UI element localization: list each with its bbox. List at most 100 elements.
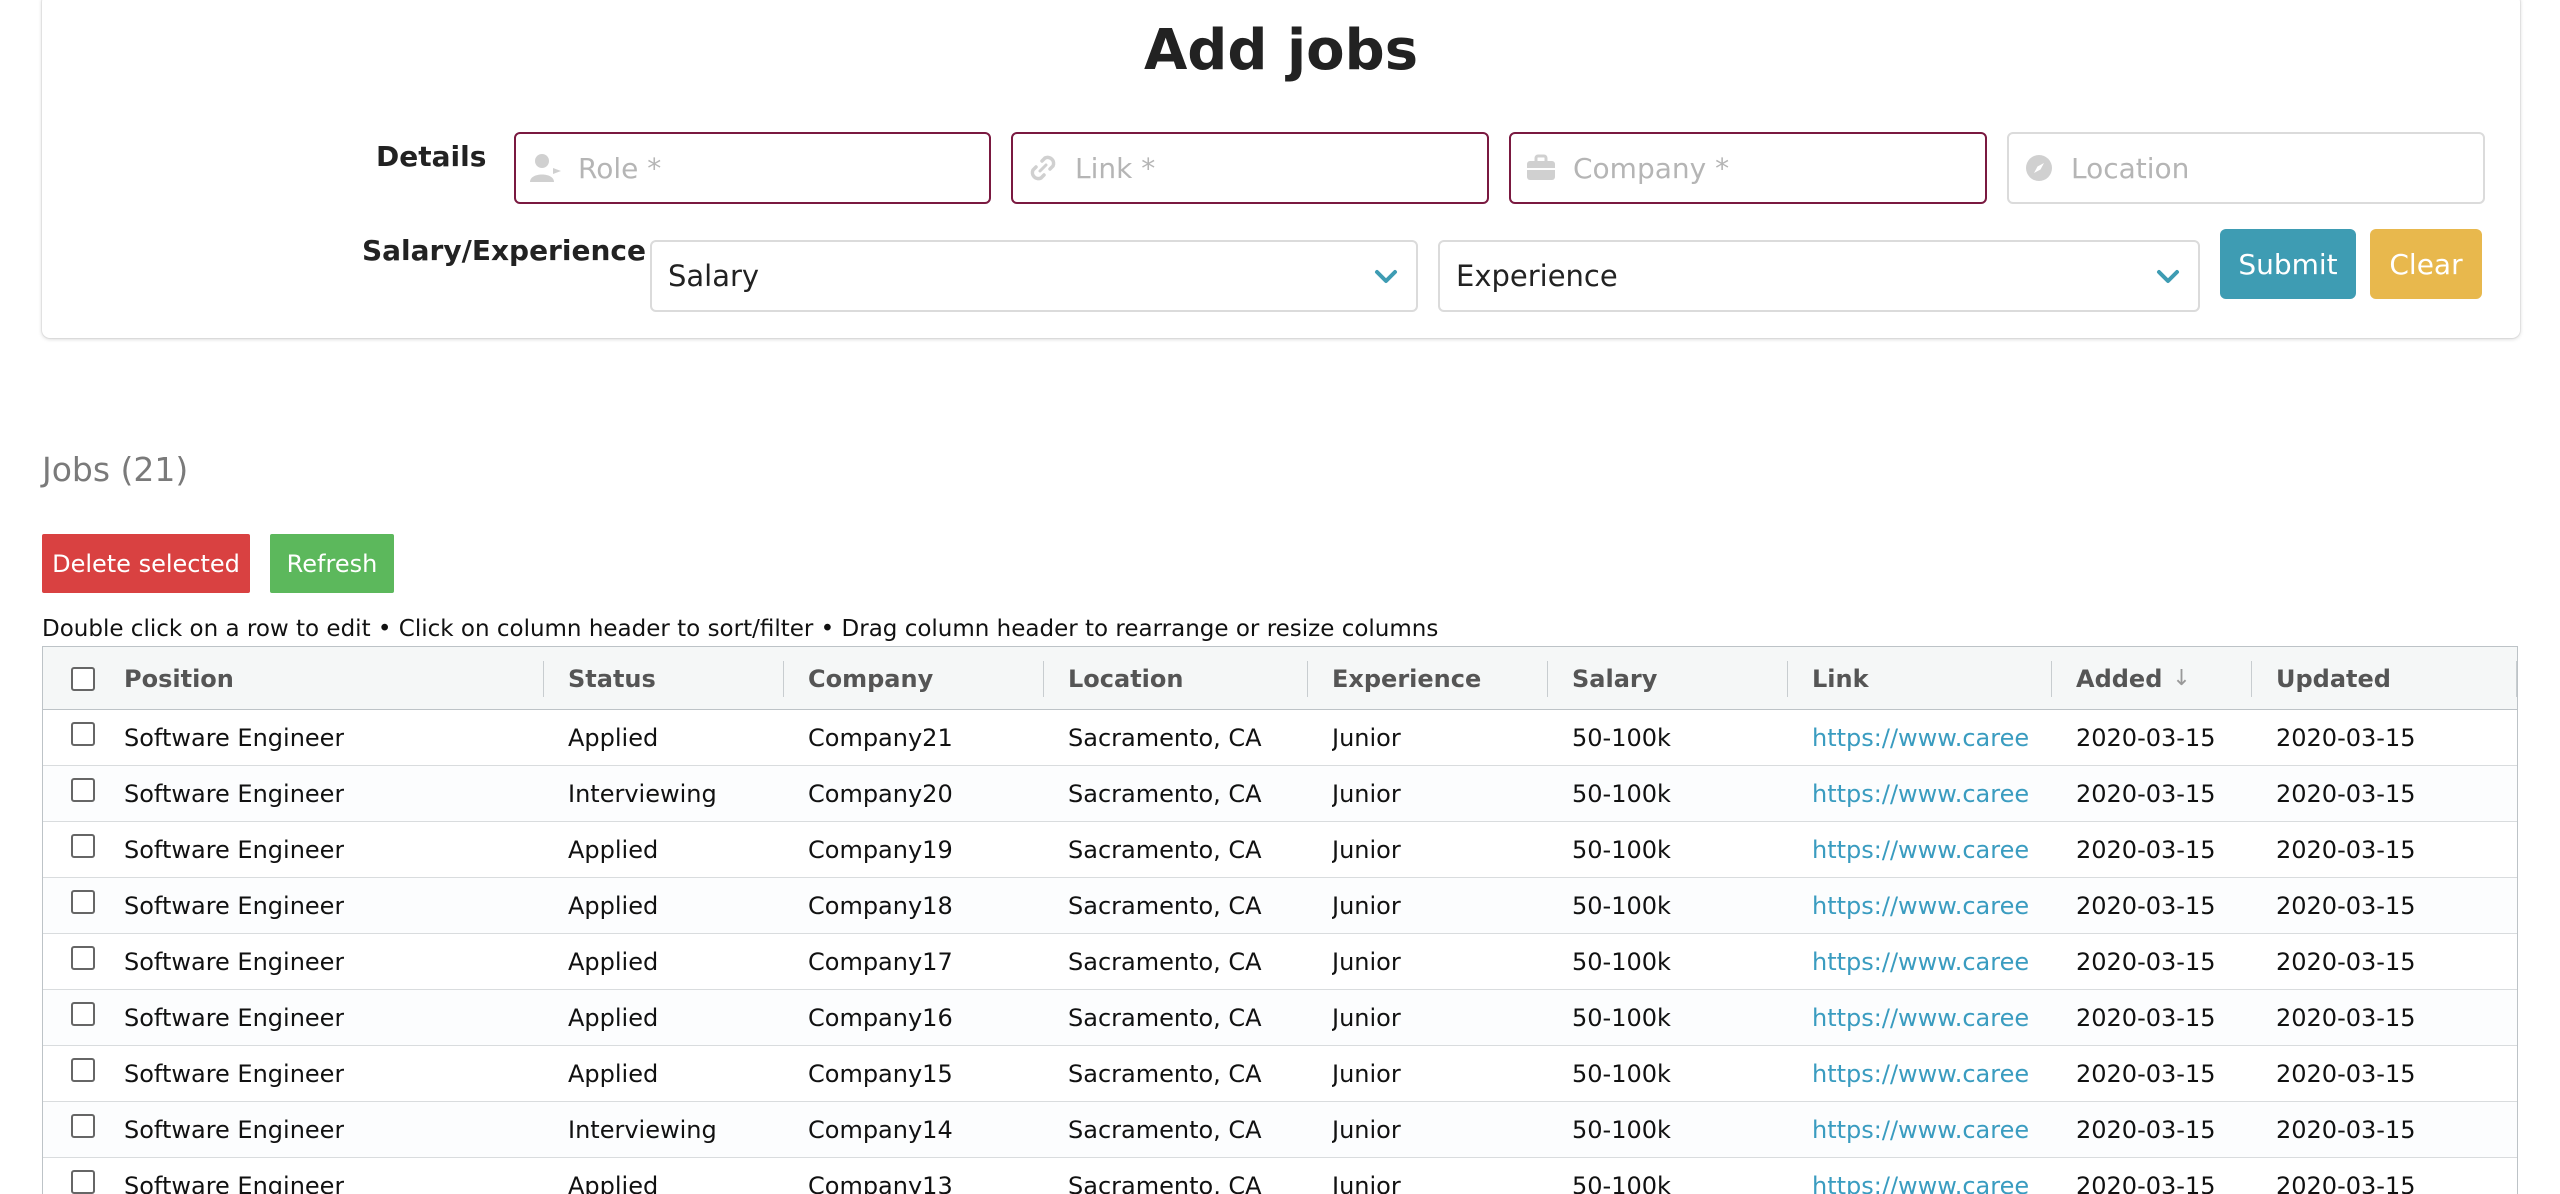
link-input[interactable]: [1075, 151, 1455, 185]
table-row[interactable]: Software Engineer Applied Company15 Sacrame…: [43, 1046, 2517, 1102]
cell-position: Software Engineer: [124, 948, 345, 976]
experience-select-value: Experience: [1456, 259, 1618, 293]
column-header-company[interactable]: Company: [808, 647, 933, 710]
column-resize-handle[interactable]: [1547, 661, 1548, 697]
cell-experience: Junior: [1332, 724, 1401, 752]
add-jobs-card: Add jobs Details Salary/Ex: [42, 0, 2520, 338]
location-input[interactable]: [2071, 151, 2451, 185]
cell-status: Applied: [568, 1004, 659, 1032]
delete-selected-button[interactable]: Delete selected: [42, 534, 250, 593]
cell-updated: 2020-03-15: [2276, 1060, 2416, 1088]
row-checkbox[interactable]: [71, 946, 95, 970]
cell-link[interactable]: https://www.caree...: [1812, 710, 2028, 766]
cell-salary: 50-100k: [1572, 1172, 1671, 1194]
cell-link[interactable]: https://www.caree...: [1812, 1158, 2028, 1194]
cell-company: Company18: [808, 892, 953, 920]
location-field[interactable]: [2007, 132, 2485, 204]
cell-link[interactable]: https://www.caree...: [1812, 1102, 2028, 1158]
column-resize-handle[interactable]: [1787, 661, 1788, 697]
column-header-location[interactable]: Location: [1068, 647, 1183, 710]
cell-updated: 2020-03-15: [2276, 1004, 2416, 1032]
row-checkbox[interactable]: [71, 1114, 95, 1138]
app-frame: Add jobs Details Salary/Ex: [0, 0, 2560, 1194]
link-field[interactable]: [1011, 132, 1489, 204]
cell-link[interactable]: https://www.caree...: [1812, 1046, 2028, 1102]
column-resize-handle[interactable]: [2251, 661, 2252, 697]
column-resize-handle[interactable]: [2051, 661, 2052, 697]
user-icon: [528, 150, 564, 186]
cell-link[interactable]: https://www.caree...: [1812, 822, 2028, 878]
refresh-button[interactable]: Refresh: [270, 534, 394, 593]
cell-updated: 2020-03-15: [2276, 1116, 2416, 1144]
column-header-added[interactable]: Added ↓: [2076, 647, 2191, 710]
column-resize-handle[interactable]: [1307, 661, 1308, 697]
cell-experience: Junior: [1332, 1004, 1401, 1032]
chevron-down-icon: [1372, 262, 1400, 290]
select-all-checkbox[interactable]: [71, 667, 95, 691]
role-field[interactable]: [514, 132, 991, 204]
row-checkbox[interactable]: [71, 1058, 95, 1082]
table-row[interactable]: Software Engineer Interviewing Company14 Sa…: [43, 1102, 2517, 1158]
table-row[interactable]: Software Engineer Applied Company16 Sacrame…: [43, 990, 2517, 1046]
cell-link[interactable]: https://www.caree...: [1812, 878, 2028, 934]
clear-button[interactable]: Clear: [2370, 229, 2482, 299]
row-checkbox[interactable]: [71, 778, 95, 802]
cell-location: Sacramento, CA: [1068, 1116, 1262, 1144]
compass-icon: [2021, 150, 2057, 186]
cell-status: Applied: [568, 892, 659, 920]
cell-added: 2020-03-15: [2076, 892, 2216, 920]
company-input[interactable]: [1573, 151, 1953, 185]
cell-added: 2020-03-15: [2076, 1004, 2216, 1032]
cell-position: Software Engineer: [124, 892, 345, 920]
cell-position: Software Engineer: [124, 1004, 345, 1032]
column-resize-handle[interactable]: [783, 661, 784, 697]
cell-salary: 50-100k: [1572, 892, 1671, 920]
cell-position: Software Engineer: [124, 780, 345, 808]
column-header-link[interactable]: Link: [1812, 647, 1869, 710]
table-row[interactable]: Software Engineer Interviewing Company20 Sa…: [43, 766, 2517, 822]
column-resize-handle[interactable]: [2516, 661, 2517, 697]
salary-select[interactable]: Salary: [650, 240, 1418, 312]
page-title: Add jobs: [1143, 18, 1419, 83]
table-row[interactable]: Software Engineer Applied Company13 Sacrame…: [43, 1158, 2517, 1194]
cell-added: 2020-03-15: [2076, 780, 2216, 808]
column-header-updated[interactable]: Updated: [2276, 647, 2391, 710]
grid-hint-text: Double click on a row to edit • Click on…: [42, 616, 1439, 642]
column-header-experience[interactable]: Experience: [1332, 647, 1481, 710]
cell-salary: 50-100k: [1572, 780, 1671, 808]
table-row[interactable]: Software Engineer Applied Company19 Sacrame…: [43, 822, 2517, 878]
jobs-heading: Jobs (21): [42, 450, 189, 489]
column-resize-handle[interactable]: [1043, 661, 1044, 697]
row-checkbox[interactable]: [71, 722, 95, 746]
cell-location: Sacramento, CA: [1068, 892, 1262, 920]
submit-button[interactable]: Submit: [2220, 229, 2356, 299]
table-row[interactable]: Software Engineer Applied Company21 Sacrame…: [43, 710, 2517, 766]
cell-salary: 50-100k: [1572, 948, 1671, 976]
cell-salary: 50-100k: [1572, 724, 1671, 752]
experience-select[interactable]: Experience: [1438, 240, 2200, 312]
row-checkbox[interactable]: [71, 1170, 95, 1194]
column-header-salary[interactable]: Salary: [1572, 647, 1657, 710]
row-checkbox[interactable]: [71, 890, 95, 914]
cell-link[interactable]: https://www.caree...: [1812, 766, 2028, 822]
row-checkbox[interactable]: [71, 834, 95, 858]
cell-location: Sacramento, CA: [1068, 724, 1262, 752]
cell-link[interactable]: https://www.caree...: [1812, 990, 2028, 1046]
cell-salary: 50-100k: [1572, 1116, 1671, 1144]
table-row[interactable]: Software Engineer Applied Company17 Sacrame…: [43, 934, 2517, 990]
salary-select-value: Salary: [668, 259, 760, 293]
cell-company: Company16: [808, 1004, 953, 1032]
row-checkbox[interactable]: [71, 1002, 95, 1026]
cell-company: Company15: [808, 1060, 953, 1088]
company-field[interactable]: [1509, 132, 1987, 204]
column-resize-handle[interactable]: [543, 661, 544, 697]
cell-position: Software Engineer: [124, 1116, 345, 1144]
cell-status: Applied: [568, 1172, 659, 1194]
role-input[interactable]: [578, 151, 958, 185]
cell-experience: Junior: [1332, 892, 1401, 920]
table-row[interactable]: Software Engineer Applied Company18 Sacrame…: [43, 878, 2517, 934]
cell-link[interactable]: https://www.caree...: [1812, 934, 2028, 990]
cell-position: Software Engineer: [124, 724, 345, 752]
column-header-status[interactable]: Status: [568, 647, 656, 710]
column-header-position[interactable]: Position: [124, 647, 234, 710]
